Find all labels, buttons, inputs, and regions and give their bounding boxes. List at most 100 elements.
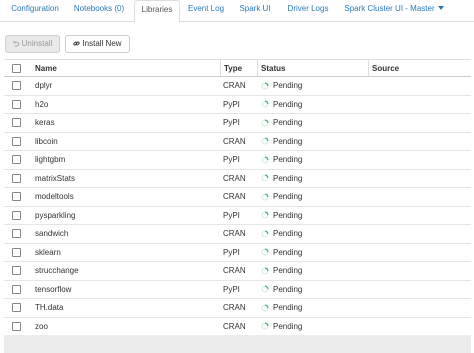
table-row[interactable]: h2o PyPI Pending (4, 96, 471, 114)
library-status: Pending (257, 281, 368, 299)
library-name: strucchange (35, 266, 79, 276)
library-source (368, 114, 471, 132)
library-status-label: Pending (273, 192, 303, 202)
tab-driver-logs[interactable]: Driver Logs (283, 0, 333, 22)
row-checkbox[interactable] (12, 303, 21, 313)
library-type: PyPI (223, 284, 240, 294)
install-new-label: Install New (82, 39, 122, 48)
table-row[interactable]: zoo CRAN Pending (4, 318, 471, 336)
row-select-cell (4, 244, 29, 262)
library-status: Pending (257, 244, 368, 262)
library-status-label: Pending (273, 99, 303, 109)
row-select-cell (4, 96, 29, 114)
tab-notebooks[interactable]: Notebooks (0) (70, 0, 128, 22)
row-select-cell (4, 114, 29, 132)
tab-spark-ui[interactable]: Spark UI (236, 0, 274, 22)
tab-configuration[interactable]: Configuration (6, 0, 64, 22)
library-type: CRAN (223, 81, 246, 91)
row-checkbox[interactable] (12, 192, 21, 202)
library-status-label: Pending (273, 284, 303, 294)
pending-spinner-icon (261, 119, 269, 127)
library-source (368, 151, 471, 169)
library-status: Pending (257, 318, 368, 336)
library-name: lightgbm (35, 155, 66, 165)
caret-down-icon (437, 6, 444, 10)
select-all-checkbox[interactable] (12, 63, 21, 73)
row-checkbox[interactable] (12, 229, 21, 239)
table-row[interactable]: modeltools CRAN Pending (4, 188, 471, 207)
library-status: Pending (257, 225, 368, 243)
row-checkbox[interactable] (12, 284, 21, 294)
library-source (368, 133, 471, 151)
library-source (368, 207, 471, 225)
library-status-label: Pending (273, 247, 303, 257)
link-icon (73, 41, 81, 46)
row-checkbox[interactable] (12, 266, 21, 276)
library-name: TH.data (35, 303, 64, 313)
uninstall-button[interactable]: Uninstall (5, 35, 60, 53)
row-checkbox[interactable] (12, 118, 21, 128)
library-type: PyPI (223, 155, 240, 165)
library-source (368, 281, 471, 299)
header-source[interactable]: Source (368, 60, 471, 76)
library-name: keras (35, 118, 55, 128)
table-row[interactable]: strucchange CRAN Pending (4, 262, 471, 281)
library-status-label: Pending (273, 81, 303, 91)
tab-bar: Configuration Notebooks (0) Libraries Ev… (0, 0, 474, 23)
header-name[interactable]: Name (32, 60, 220, 76)
row-checkbox[interactable] (12, 247, 21, 257)
library-type: CRAN (223, 173, 246, 183)
row-checkbox[interactable] (12, 321, 21, 331)
pending-spinner-icon (261, 322, 269, 330)
pending-spinner-icon (261, 267, 269, 275)
library-type: CRAN (223, 229, 246, 239)
table-row[interactable]: matrixStats CRAN Pending (4, 170, 471, 188)
pending-spinner-icon (261, 211, 269, 219)
pending-spinner-icon (261, 156, 269, 164)
library-type: CRAN (223, 266, 246, 276)
library-status: Pending (257, 262, 368, 280)
row-select-cell (4, 262, 29, 280)
library-source (368, 188, 471, 206)
pending-spinner-icon (261, 174, 269, 182)
pending-spinner-icon (261, 304, 269, 312)
install-new-button[interactable]: Install New (65, 35, 130, 53)
table-footer (4, 335, 471, 353)
row-checkbox[interactable] (12, 173, 21, 183)
tab-libraries[interactable]: Libraries (134, 0, 180, 23)
pending-spinner-icon (261, 100, 269, 108)
library-name: pysparkling (35, 210, 76, 220)
pending-spinner-icon (261, 230, 269, 238)
library-type: CRAN (223, 136, 246, 146)
table-row[interactable]: lightgbm PyPI Pending (4, 151, 471, 170)
table-row[interactable]: dplyr CRAN Pending (4, 77, 471, 96)
library-type: PyPI (223, 247, 240, 257)
library-status-label: Pending (273, 118, 303, 128)
row-select-cell (4, 207, 29, 225)
row-checkbox[interactable] (12, 136, 21, 146)
row-checkbox[interactable] (12, 155, 21, 165)
table-row[interactable]: pysparkling PyPI Pending (4, 207, 471, 225)
library-status: Pending (257, 207, 368, 225)
library-name: h2o (35, 99, 49, 109)
table-row[interactable]: sandwich CRAN Pending (4, 225, 471, 244)
header-status[interactable]: Status (257, 60, 368, 76)
library-name: modeltools (35, 192, 74, 202)
table-row[interactable]: tensorflow PyPI Pending (4, 281, 471, 299)
table-header: Name Type Status Source (4, 60, 471, 77)
library-type: PyPI (223, 210, 240, 220)
pending-spinner-icon (261, 137, 269, 145)
header-type[interactable]: Type (220, 60, 257, 76)
row-checkbox[interactable] (12, 81, 21, 91)
row-checkbox[interactable] (12, 210, 21, 220)
libraries-table: Name Type Status Source dplyr CRAN Pending… (4, 59, 471, 336)
library-status: Pending (257, 188, 368, 206)
row-select-cell (4, 225, 29, 243)
row-checkbox[interactable] (12, 99, 21, 109)
table-row[interactable]: keras PyPI Pending (4, 114, 471, 133)
tab-event-log[interactable]: Event Log (183, 0, 229, 22)
table-row[interactable]: libcoin CRAN Pending (4, 133, 471, 151)
tab-spark-cluster-ui[interactable]: Spark Cluster UI - Master (340, 0, 448, 22)
table-row[interactable]: sklearn PyPI Pending (4, 244, 471, 262)
table-row[interactable]: TH.data CRAN Pending (4, 299, 471, 318)
